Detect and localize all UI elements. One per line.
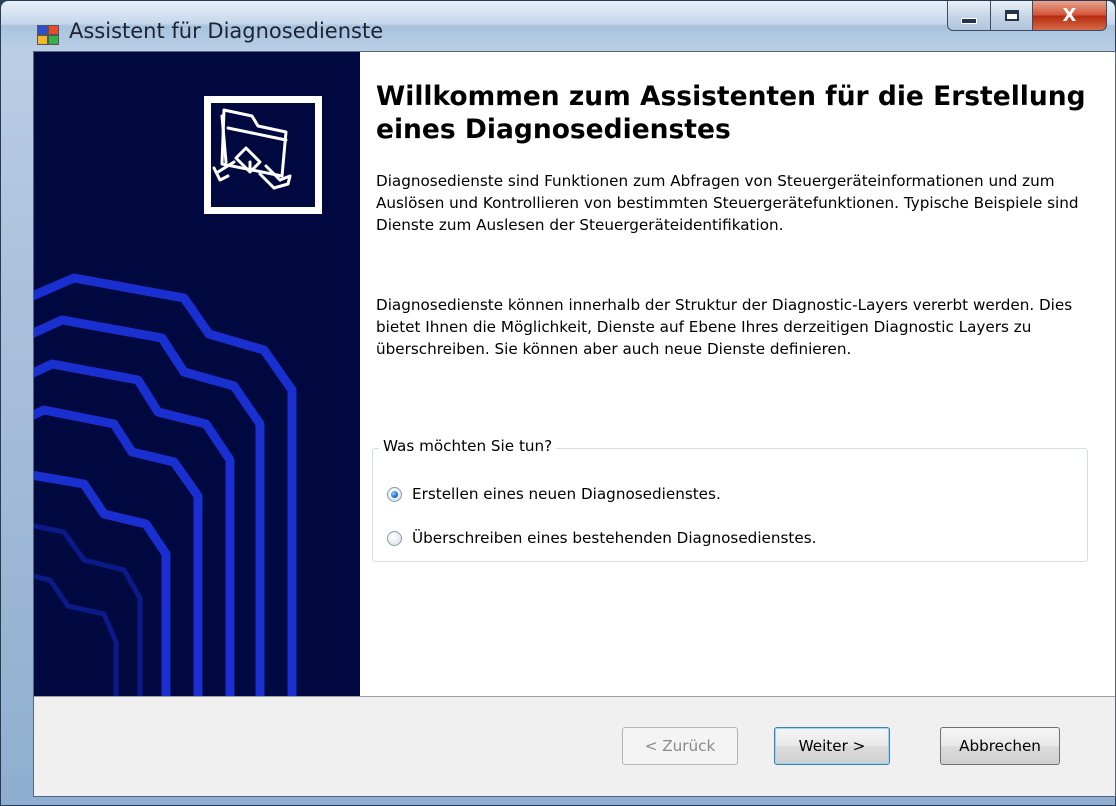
minimize-button[interactable] — [947, 1, 991, 31]
wizard-footer: < Zurück Weiter > Abbrechen — [34, 696, 1115, 796]
network-folder-icon — [211, 103, 315, 207]
option-override-existing-label[interactable]: Überschreiben eines bestehenden Diagnose… — [412, 529, 816, 547]
banner-icon-frame — [204, 96, 322, 214]
back-button[interactable]: < Zurück — [622, 727, 738, 765]
groupbox-legend: Was möchten Sie tun? — [379, 437, 557, 455]
next-button[interactable]: Weiter > — [774, 727, 890, 765]
title-bar[interactable]: Assistent für Diagnosedienste X — [1, 1, 1115, 51]
description-paragraph-1: Diagnosedienste sind Funktionen zum Abfr… — [376, 172, 1079, 234]
maximize-icon — [1004, 10, 1019, 21]
wizard-client-area: Willkommen zum Assistenten für die Erste… — [33, 51, 1116, 797]
cancel-button[interactable]: Abbrechen — [940, 727, 1060, 765]
close-button[interactable]: X — [1033, 1, 1107, 31]
window-controls: X — [947, 1, 1107, 35]
maximize-button[interactable] — [991, 1, 1033, 31]
minimize-icon — [961, 17, 977, 24]
window-title: Assistent für Diagnosedienste — [69, 19, 384, 43]
radio-create-new[interactable] — [387, 486, 402, 502]
app-icon — [37, 25, 59, 45]
radio-override-existing[interactable] — [387, 530, 402, 546]
description-paragraph-2: Diagnosedienste können innerhalb der Str… — [376, 296, 1073, 358]
page-title: Willkommen zum Assistenten für die Erste… — [376, 81, 1086, 145]
close-icon: X — [1062, 5, 1077, 26]
option-create-new[interactable]: Erstellen eines neuen Diagnosedienstes. — [387, 485, 721, 503]
action-groupbox: Was möchten Sie tun? Erstellen eines neu… — [372, 437, 1088, 562]
option-create-new-label[interactable]: Erstellen eines neuen Diagnosedienstes. — [412, 485, 721, 503]
wizard-content: Willkommen zum Assistenten für die Erste… — [360, 52, 1115, 696]
wizard-banner — [34, 52, 360, 696]
option-override-existing[interactable]: Überschreiben eines bestehenden Diagnose… — [387, 529, 816, 547]
wizard-window: Assistent für Diagnosedienste X Willkomm… — [0, 0, 1116, 806]
